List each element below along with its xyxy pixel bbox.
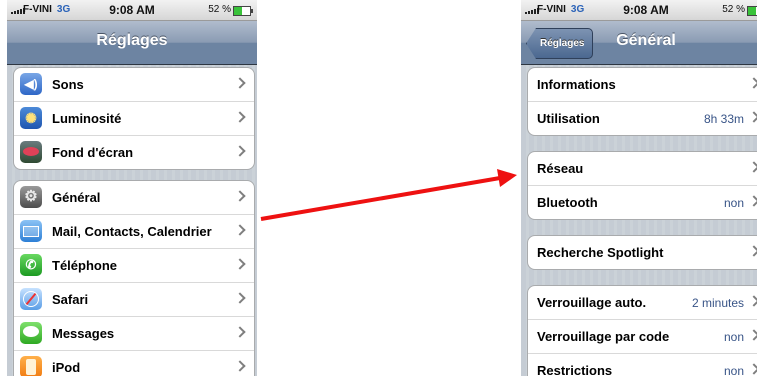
arrow-head (497, 169, 517, 187)
row-value: non (723, 364, 744, 376)
general-row-verrouillage-auto[interactable]: Verrouillage auto. 2 minutes (528, 286, 757, 319)
chevron-right-icon (748, 195, 757, 207)
row-label: Verrouillage auto. (537, 295, 647, 310)
row-label: Réseau (537, 161, 584, 176)
chevron-right-icon (748, 295, 757, 307)
general-screen: F-VINI 3G 9:08 AM 52 % Réglages Général I… (521, 0, 757, 376)
general-row-reseau[interactable]: Réseau (528, 152, 757, 185)
row-label: Recherche Spotlight (537, 245, 664, 260)
row-label: Verrouillage par code (537, 329, 670, 344)
page-title: Général (616, 32, 676, 49)
chevron-right-icon (748, 363, 757, 375)
row-value: non (723, 330, 744, 344)
row-value: non (723, 196, 744, 210)
row-label: Bluetooth (537, 195, 598, 210)
row-label: Restrictions (537, 363, 613, 376)
chevron-right-icon (748, 245, 757, 257)
chevron-right-icon (748, 329, 757, 341)
general-row-informations[interactable]: Informations (528, 68, 757, 101)
general-row-verrouillage-code[interactable]: Verrouillage par code non (528, 319, 757, 353)
battery-icon (747, 6, 757, 16)
general-row-bluetooth[interactable]: Bluetooth non (528, 185, 757, 219)
general-group-info: Informations Utilisation 8h 33m (527, 67, 757, 136)
chevron-right-icon (748, 161, 757, 173)
row-label: Informations (537, 77, 616, 92)
row-value: 8h 33m (703, 112, 744, 126)
general-row-restrictions[interactable]: Restrictions non (528, 353, 757, 376)
row-value: 2 minutes (691, 296, 744, 310)
navigation-bar: Réglages Général (521, 21, 757, 65)
chevron-right-icon (748, 77, 757, 89)
general-row-utilisation[interactable]: Utilisation 8h 33m (528, 101, 757, 135)
row-label: Utilisation (537, 111, 600, 126)
general-group-network: Réseau Bluetooth non (527, 151, 757, 220)
arrow-shaft (260, 176, 501, 221)
general-group-spotlight: Recherche Spotlight (527, 235, 757, 270)
general-group-lock: Verrouillage auto. 2 minutes Verrouillag… (527, 285, 757, 376)
battery-percent: 52 % (722, 4, 745, 15)
chevron-right-icon (748, 111, 757, 123)
status-bar: F-VINI 3G 9:08 AM 52 % (521, 0, 757, 21)
general-row-recherche-spotlight[interactable]: Recherche Spotlight (528, 236, 757, 269)
